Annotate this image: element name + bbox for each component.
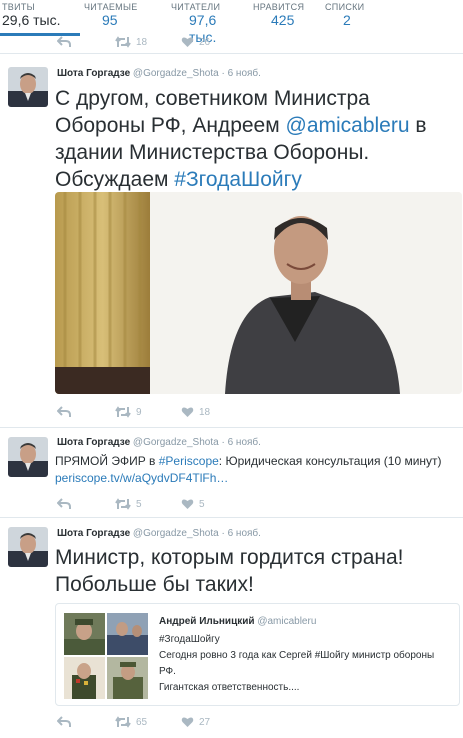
- stat-tweets[interactable]: ТВИТЫ 29,6 тыс.: [0, 0, 80, 36]
- tweet-photo[interactable]: [55, 192, 462, 394]
- stat-label: ТВИТЫ: [2, 2, 35, 12]
- like-button[interactable]: 5: [181, 498, 205, 510]
- quoted-header: Андрей Ильницкий @amicableru: [159, 616, 316, 627]
- tweet-text-part: : Юридическая консультация (10 минут): [218, 454, 442, 468]
- tweet-time[interactable]: 6 нояб.: [228, 528, 261, 539]
- media-thumbnail[interactable]: [64, 657, 105, 699]
- reply-button[interactable]: [57, 36, 115, 48]
- tweet-text: ПРЯМОЙ ЭФИР в #Periscope: Юридическая ко…: [55, 453, 451, 487]
- reply-icon: [57, 498, 71, 509]
- quoted-media[interactable]: [64, 613, 148, 699]
- retweet-button[interactable]: 18: [115, 36, 181, 48]
- separator: ·: [221, 68, 225, 79]
- quoted-line: Сегодня ровно 3 года как Сергей #Шойгу м…: [159, 650, 435, 677]
- retweet-count: 5: [136, 498, 142, 510]
- retweet-icon: [115, 716, 131, 728]
- avatar[interactable]: [8, 437, 48, 477]
- stat-value: 95: [102, 12, 118, 28]
- separator: ·: [221, 528, 225, 539]
- reply-icon: [57, 406, 71, 417]
- retweet-count: 65: [136, 716, 148, 728]
- stat-value: 2: [343, 12, 351, 28]
- like-button[interactable]: 27: [181, 716, 210, 728]
- retweet-icon: [115, 36, 131, 48]
- retweet-button[interactable]: 9: [115, 406, 181, 418]
- prev-tweet-actions: 18 26: [0, 36, 463, 54]
- like-button[interactable]: 26: [181, 36, 210, 48]
- author-name[interactable]: Шота Горгадзе: [57, 528, 130, 539]
- reply-icon: [57, 36, 71, 47]
- tweet[interactable]: Шота Горгадзе @Gorgadze_Shota · 6 нояб. …: [0, 428, 463, 518]
- retweet-icon: [115, 406, 131, 418]
- quoted-author-handle[interactable]: @amicableru: [257, 616, 316, 627]
- author-name[interactable]: Шота Горгадзе: [57, 68, 130, 79]
- stat-value: 29,6 тыс.: [2, 12, 61, 28]
- tweet-text: С другом, советником Министра Обороны РФ…: [55, 85, 453, 193]
- media-thumbnail[interactable]: [107, 657, 148, 699]
- reply-button[interactable]: [57, 498, 115, 510]
- stat-label: ЧИТАЕМЫЕ: [84, 2, 138, 12]
- stat-following[interactable]: ЧИТАЕМЫЕ 95: [80, 0, 165, 36]
- quoted-text: #ЗгодаШойгу Сегодня ровно 3 года как Сер…: [159, 632, 449, 696]
- like-count: 18: [199, 406, 211, 418]
- avatar[interactable]: [8, 67, 48, 107]
- tweet-actions: 18 26: [57, 36, 210, 50]
- retweet-count: 9: [136, 406, 142, 418]
- stat-lists[interactable]: СПИСКИ 2: [319, 0, 389, 36]
- tweet-header: Шота Горгадзе @Gorgadze_Shota · 6 нояб.: [57, 528, 261, 539]
- like-icon: [181, 499, 194, 509]
- like-button[interactable]: 18: [181, 406, 210, 418]
- reply-icon: [57, 716, 71, 727]
- media-thumbnail[interactable]: [107, 613, 148, 655]
- reply-button[interactable]: [57, 406, 115, 418]
- like-count: 26: [199, 36, 211, 48]
- stat-label: ЧИТАТЕЛИ: [171, 2, 221, 12]
- url-link[interactable]: periscope.tv/w/aQydvDF4TlFh…: [55, 471, 228, 485]
- separator: ·: [221, 437, 225, 448]
- stat-value: 425: [271, 12, 295, 28]
- like-count: 27: [199, 716, 211, 728]
- author-handle[interactable]: @Gorgadze_Shota: [133, 437, 219, 448]
- tweet-time[interactable]: 6 нояб.: [228, 437, 261, 448]
- author-name[interactable]: Шота Горгадзе: [57, 437, 130, 448]
- author-handle[interactable]: @Gorgadze_Shota: [133, 68, 219, 79]
- stat-followers[interactable]: ЧИТАТЕЛИ 97,6 тыс.: [165, 0, 247, 45]
- reply-button[interactable]: [57, 716, 115, 728]
- tweet-actions: 65 27: [57, 714, 210, 730]
- hashtag-link[interactable]: #ЗгодаШойгу: [174, 168, 302, 191]
- tweet-text: Министр, которым гордится страна! Поболь…: [55, 546, 404, 596]
- retweet-button[interactable]: 5: [115, 498, 181, 510]
- tweet-actions: 5 5: [57, 496, 205, 512]
- quoted-line: #ЗгодаШойгу: [159, 634, 220, 645]
- tweet-text-part: ПРЯМОЙ ЭФИР в: [55, 454, 159, 468]
- media-thumbnail[interactable]: [64, 613, 105, 655]
- quoted-line: Гигантская ответственность....: [159, 682, 300, 693]
- tweet-header: Шота Горгадзе @Gorgadze_Shota · 6 нояб.: [57, 437, 261, 448]
- stat-likes[interactable]: НРАВИТСЯ 425: [247, 0, 319, 36]
- like-icon: [181, 407, 194, 417]
- tweet[interactable]: Шота Горгадзе @Gorgadze_Shota · 6 нояб. …: [0, 55, 463, 428]
- stat-label: СПИСКИ: [325, 2, 365, 12]
- mention-link[interactable]: @amicableru: [286, 114, 410, 137]
- like-icon: [181, 37, 194, 47]
- like-count: 5: [199, 498, 205, 510]
- author-handle[interactable]: @Gorgadze_Shota: [133, 528, 219, 539]
- like-icon: [181, 717, 194, 727]
- tweet-header: Шота Горгадзе @Gorgadze_Shota · 6 нояб.: [57, 68, 261, 79]
- retweet-icon: [115, 498, 131, 510]
- retweet-count: 18: [136, 36, 148, 48]
- hashtag-link[interactable]: #Periscope: [159, 454, 219, 468]
- tweet-actions: 9 18: [57, 404, 210, 420]
- stat-label: НРАВИТСЯ: [253, 2, 305, 12]
- tweet-time[interactable]: 6 нояб.: [228, 68, 261, 79]
- profile-stats-bar: ТВИТЫ 29,6 тыс. ЧИТАЕМЫЕ 95 ЧИТАТЕЛИ 97,…: [0, 0, 463, 45]
- quoted-tweet[interactable]: Андрей Ильницкий @amicableru #ЗгодаШойгу…: [55, 603, 460, 706]
- avatar[interactable]: [8, 527, 48, 567]
- retweet-button[interactable]: 65: [115, 716, 181, 728]
- quoted-author-name[interactable]: Андрей Ильницкий: [159, 616, 255, 627]
